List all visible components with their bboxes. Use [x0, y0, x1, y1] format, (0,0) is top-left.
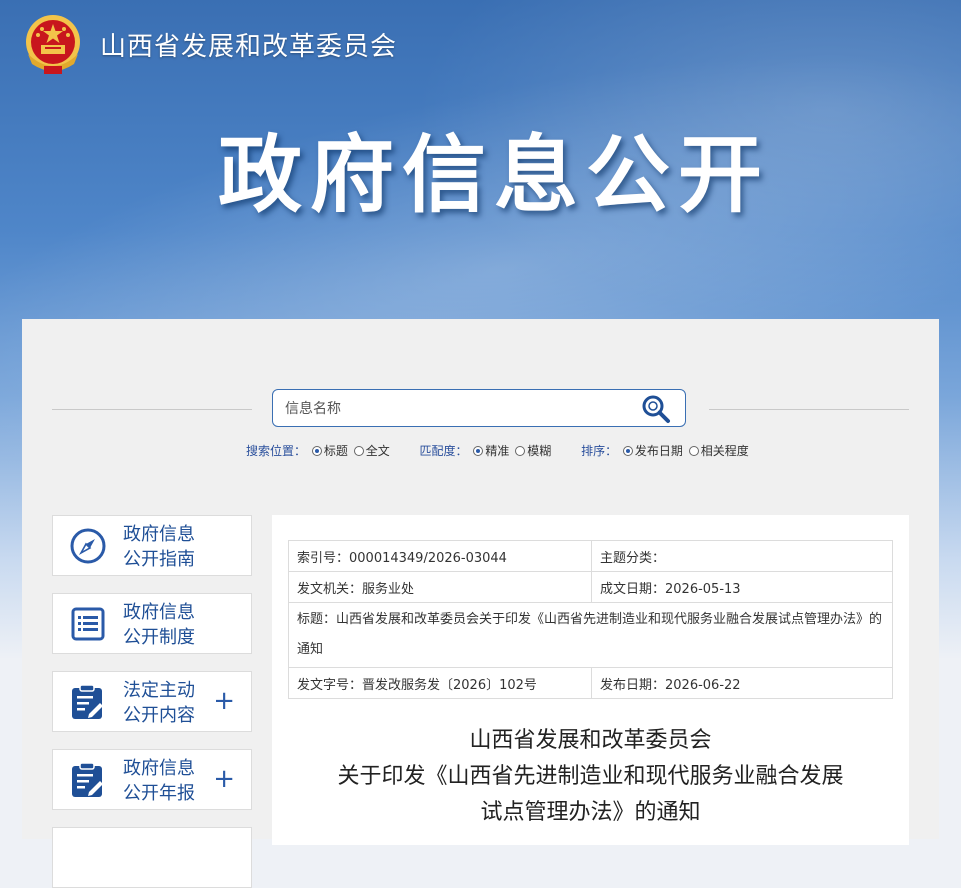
- table-row: 发文字号：晋发改服务发〔2026〕102号 发布日期：2026-06-22: [288, 667, 893, 699]
- site-name[interactable]: 山西省发展和改革委员会: [100, 26, 397, 63]
- meta-doc-no: 发文字号：晋发改服务发〔2026〕102号: [288, 667, 592, 699]
- sidebar-item-label-line: 政府信息: [123, 524, 195, 545]
- radio-publish-date[interactable]: [622, 446, 633, 456]
- document-list-icon: [71, 607, 105, 641]
- expand-plus-icon[interactable]: +: [213, 688, 235, 714]
- meta-created-date: 成文日期：2026-05-13: [591, 571, 893, 603]
- sidebar-item-label: 政府信息 公开年报: [123, 756, 213, 806]
- divider-line: [709, 409, 909, 410]
- compass-icon: [70, 528, 106, 564]
- radio-fuzzy[interactable]: [515, 446, 526, 456]
- match-options: 匹配度： 精准 模糊: [420, 442, 552, 459]
- expand-plus-icon[interactable]: +: [213, 766, 235, 792]
- sort-label: 排序：: [581, 444, 618, 458]
- sidebar-item-statutory-content[interactable]: 法定主动 公开内容 +: [52, 671, 252, 732]
- search-options: 搜索位置： 标题 全文 匹配度： 精准 模糊 排序： 发布日期 相关程度: [246, 442, 775, 459]
- radio-publish-date-label[interactable]: 发布日期: [635, 444, 683, 458]
- sidebar-item-label-line: 公开制度: [123, 627, 195, 648]
- sidebar-item-label-line: 政府信息: [123, 602, 195, 623]
- meta-issuer: 发文机关：服务业处: [288, 571, 592, 603]
- radio-relevance-label[interactable]: 相关程度: [701, 444, 749, 458]
- radio-exact-label[interactable]: 精准: [485, 444, 509, 458]
- sidebar-item-label: 政府信息 公开制度: [123, 600, 213, 650]
- search-position-label: 搜索位置：: [246, 444, 307, 458]
- clipboard-edit-icon: [72, 684, 103, 719]
- table-row: 发文机关：服务业处 成文日期：2026-05-13: [288, 571, 893, 603]
- table-row: 索引号：000014349/2026-03044 主题分类：: [288, 540, 893, 572]
- match-label: 匹配度：: [419, 444, 468, 458]
- sidebar-item-label: 法定主动 公开内容: [123, 678, 213, 728]
- search-position-options: 搜索位置： 标题 全文: [246, 442, 390, 459]
- meta-title: 标题：山西省发展和改革委员会关于印发《山西省先进制造业和现代服务业融合发展试点管…: [288, 602, 893, 668]
- radio-exact[interactable]: [473, 446, 484, 456]
- sidebar-item-label-line: 公开指南: [123, 549, 195, 570]
- sidebar-item-annual-report[interactable]: 政府信息 公开年报 +: [52, 749, 252, 810]
- document-title: 山西省发展和改革委员会 关于印发《山西省先进制造业和现代服务业融合发展 试点管理…: [272, 723, 909, 831]
- radio-title-label[interactable]: 标题: [324, 444, 348, 458]
- page-banner-title: 政府信息公开: [218, 126, 771, 224]
- divider-line: [52, 409, 252, 410]
- sidebar-item-label-line: 公开年报: [123, 783, 195, 804]
- clipboard-edit-icon: [72, 762, 103, 797]
- radio-relevance[interactable]: [688, 446, 699, 456]
- meta-publish-date: 发布日期：2026-06-22: [591, 667, 893, 699]
- radio-fulltext[interactable]: [353, 446, 364, 456]
- national-emblem-icon: [26, 15, 80, 74]
- sidebar-item-system[interactable]: 政府信息 公开制度: [52, 593, 252, 654]
- search-input[interactable]: [283, 397, 627, 421]
- sidebar-item-label: 政府信息 公开指南: [123, 522, 213, 572]
- radio-fuzzy-label[interactable]: 模糊: [527, 444, 551, 458]
- meta-index-no: 索引号：000014349/2026-03044: [288, 540, 592, 572]
- radio-fulltext-label[interactable]: 全文: [366, 444, 390, 458]
- sidebar-item-partial[interactable]: [52, 827, 252, 888]
- sort-options: 排序： 发布日期 相关程度: [581, 442, 749, 459]
- search-box: [272, 389, 686, 427]
- document-content: 索引号：000014349/2026-03044 主题分类： 发文机关：服务业处…: [272, 515, 909, 845]
- sidebar-item-label-line: 法定主动: [123, 680, 195, 701]
- document-title-line: 试点管理办法》的通知: [480, 800, 701, 825]
- search-icon[interactable]: [641, 394, 671, 424]
- sidebar-item-label-line: 公开内容: [123, 705, 195, 726]
- table-row: 标题：山西省发展和改革委员会关于印发《山西省先进制造业和现代服务业融合发展试点管…: [288, 602, 893, 668]
- document-meta-table: 索引号：000014349/2026-03044 主题分类： 发文机关：服务业处…: [288, 540, 893, 699]
- meta-topic: 主题分类：: [591, 540, 893, 572]
- document-title-line: 关于印发《山西省先进制造业和现代服务业融合发展: [337, 764, 844, 789]
- sidebar-item-guide[interactable]: 政府信息 公开指南: [52, 515, 252, 576]
- sidebar-item-label-line: 政府信息: [123, 758, 195, 779]
- radio-title[interactable]: [311, 446, 322, 456]
- document-title-line: 山西省发展和改革委员会: [469, 728, 712, 753]
